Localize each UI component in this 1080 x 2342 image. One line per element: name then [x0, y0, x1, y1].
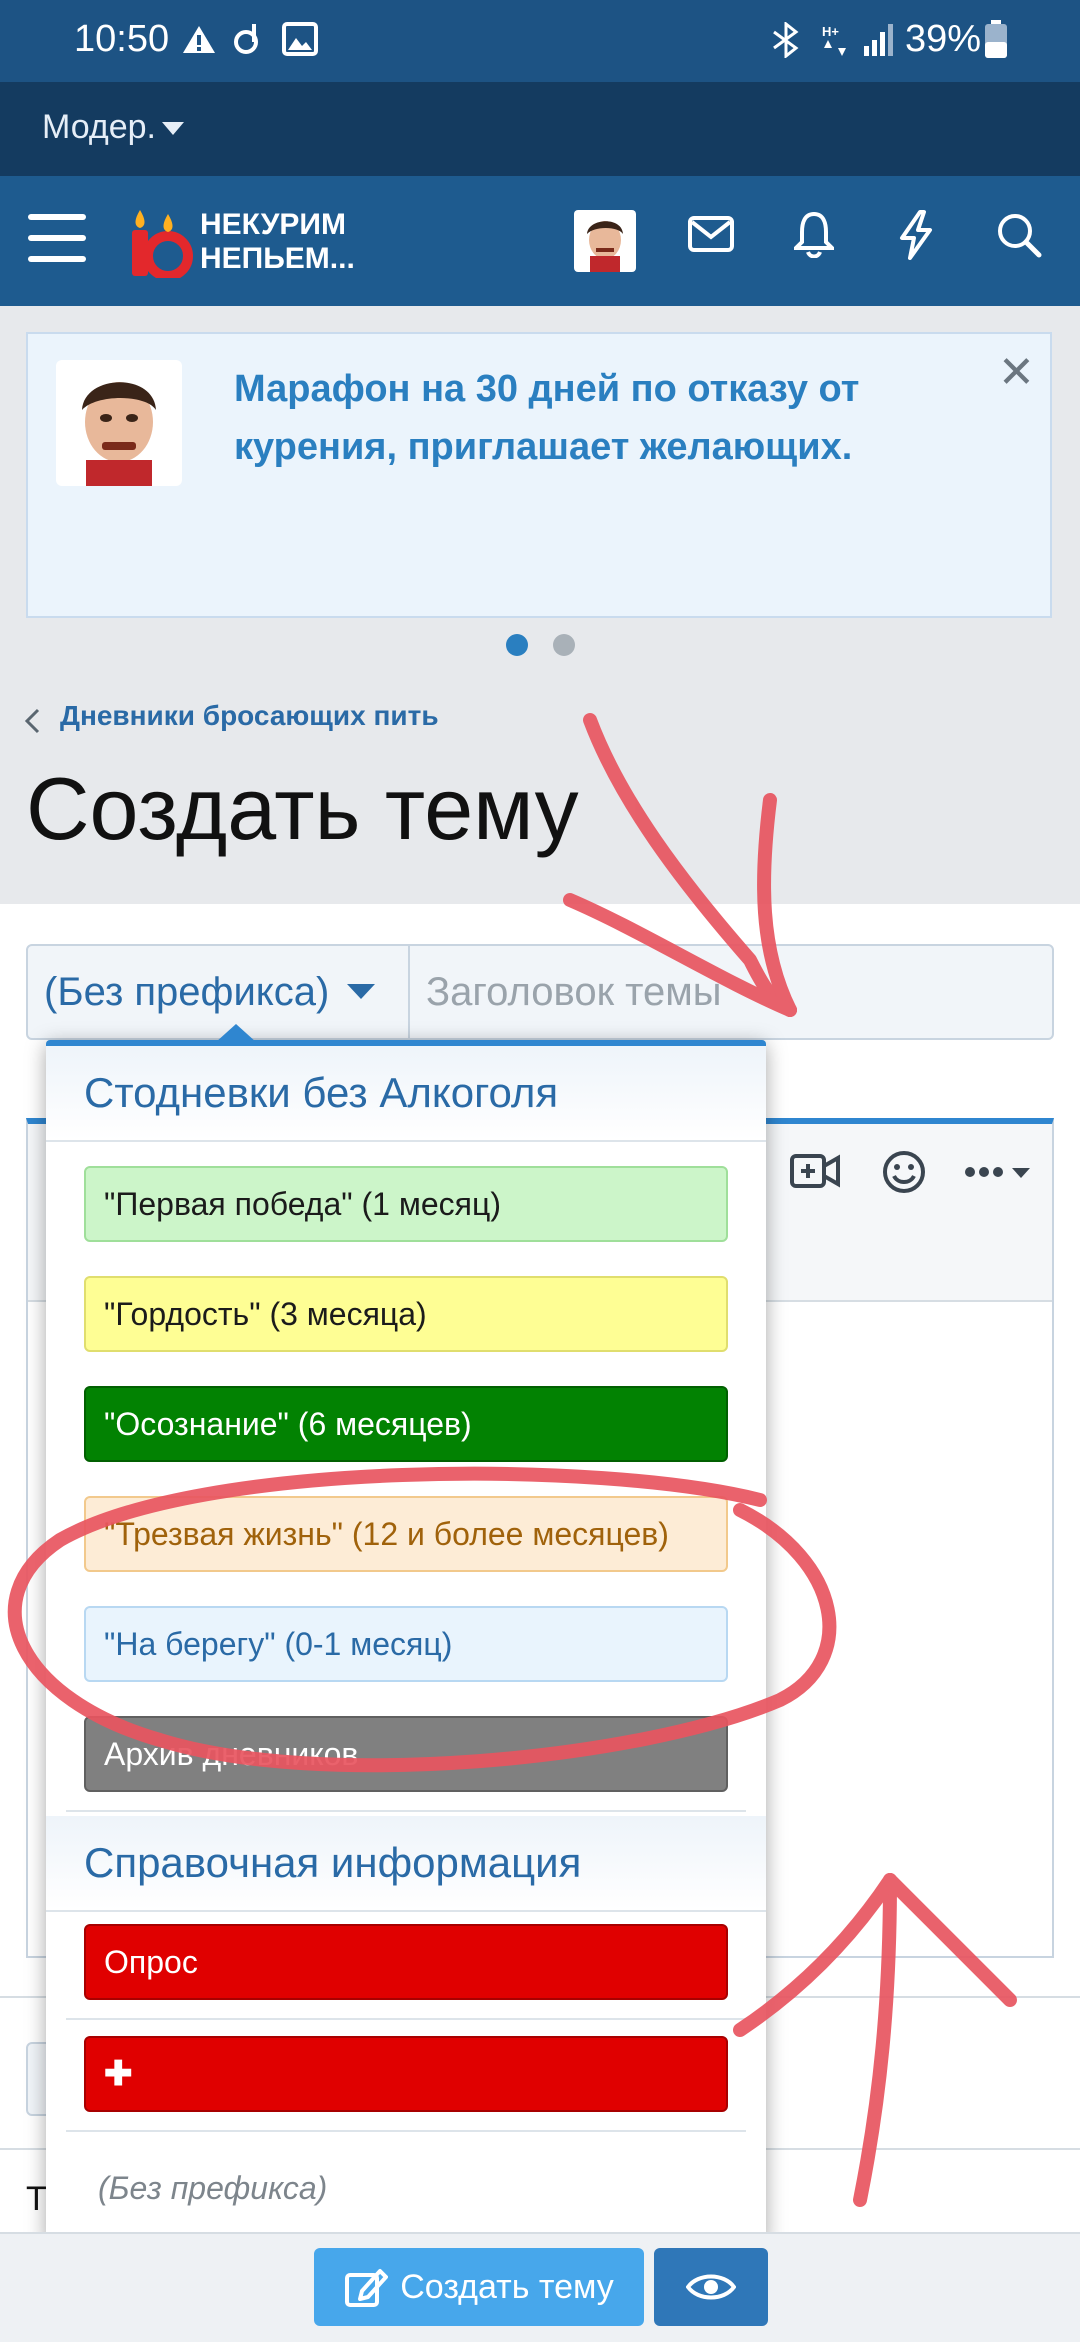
logo-line2: НЕПЬЕМ...	[200, 242, 355, 275]
page-title: Создать тему	[26, 759, 579, 858]
network-hplus-icon: H+	[822, 24, 846, 56]
site-header: НЕКУРИМ НЕПЬЕМ...	[0, 176, 1080, 306]
user-avatar[interactable]	[574, 210, 636, 272]
prefix-menu: Стодневки без Алкоголя "Первая победа" (…	[46, 1024, 766, 2244]
prefix-option-none[interactable]: (Без префикса)	[98, 2170, 327, 2207]
prefix-option-pride[interactable]: "Гордость" (3 месяца)	[84, 1276, 728, 1352]
prefix-option-archive[interactable]: Архив дневников	[84, 1716, 728, 1792]
prefix-option-plus[interactable]: ✚	[84, 2036, 728, 2112]
mail-icon[interactable]	[688, 216, 734, 254]
status-time: 10:50	[74, 18, 170, 60]
hamburger-menu-icon[interactable]	[28, 212, 88, 264]
carousel-dot-active[interactable]	[506, 634, 528, 656]
menu-separator	[66, 1810, 746, 1812]
notice-banner: Марафон на 30 дней по отказу от курения,…	[26, 332, 1052, 618]
avatar-portrait-icon	[587, 221, 623, 272]
prefix-select-value: (Без префикса)	[44, 969, 330, 1014]
prefix-option-first-victory[interactable]: "Первая победа" (1 месяц)	[84, 1166, 728, 1242]
carousel-dot[interactable]	[553, 634, 575, 656]
menu-group-header: Справочная информация	[46, 1816, 766, 1912]
moderator-bar: Модер.	[0, 82, 1080, 176]
battery-icon	[985, 20, 1007, 58]
eye-icon	[686, 2274, 736, 2300]
menu-caret	[216, 1024, 256, 1042]
music-icon	[234, 24, 258, 54]
edit-icon	[345, 2269, 389, 2307]
battery-percent: 39%	[905, 18, 982, 60]
candles-logo-icon	[132, 210, 193, 278]
option-label-partial: Т	[26, 2180, 47, 2218]
menu-separator	[66, 2018, 746, 2020]
thread-title-input[interactable]: Заголовок темы	[412, 944, 1052, 1040]
menu-separator	[66, 2130, 746, 2132]
emoji-icon[interactable]	[882, 1150, 926, 1194]
bell-icon[interactable]	[794, 210, 834, 258]
insert-video-icon[interactable]	[790, 1152, 840, 1192]
warning-icon	[183, 26, 215, 53]
close-icon[interactable]: ✕	[998, 348, 1035, 398]
more-options-icon[interactable]	[964, 1162, 1036, 1182]
image-icon	[282, 22, 318, 56]
notice-avatar	[56, 360, 182, 486]
search-icon[interactable]	[996, 212, 1042, 258]
chevron-down-icon	[347, 984, 376, 999]
preview-button[interactable]	[654, 2248, 768, 2326]
menu-group-header: Стодневки без Алкоголя	[46, 1046, 766, 1142]
breadcrumb[interactable]: Дневники бросающих пить	[60, 700, 439, 732]
bluetooth-icon	[773, 22, 799, 58]
lightning-icon[interactable]	[896, 210, 936, 260]
prefix-option-sober-life[interactable]: "Трезвая жизнь" (12 и более месяцев)	[84, 1496, 728, 1572]
create-thread-label: Создать тему	[400, 2267, 614, 2306]
chevron-down-icon	[162, 122, 184, 135]
status-bar: 10:50 H+ 39%	[0, 0, 1080, 82]
prefix-option-on-the-shore[interactable]: "На берегу" (0-1 месяц)	[84, 1606, 728, 1682]
prefix-option-awareness[interactable]: "Осознание" (6 месяцев)	[84, 1386, 728, 1462]
svg-text:H+: H+	[822, 24, 839, 39]
create-thread-button[interactable]: Создать тему	[314, 2248, 644, 2326]
notice-text[interactable]: Марафон на 30 дней по отказу от курения,…	[234, 360, 934, 476]
prefix-option-poll[interactable]: Опрос	[84, 1924, 728, 2000]
logo-line1: НЕКУРИМ	[200, 208, 346, 241]
moderator-menu[interactable]: Модер.	[42, 108, 156, 147]
notice-portrait-icon	[82, 382, 156, 486]
chevron-left-icon	[24, 708, 40, 734]
signal-icon	[864, 24, 893, 56]
site-logo[interactable]: НЕКУРИМ НЕПЬЕМ...	[128, 206, 408, 278]
